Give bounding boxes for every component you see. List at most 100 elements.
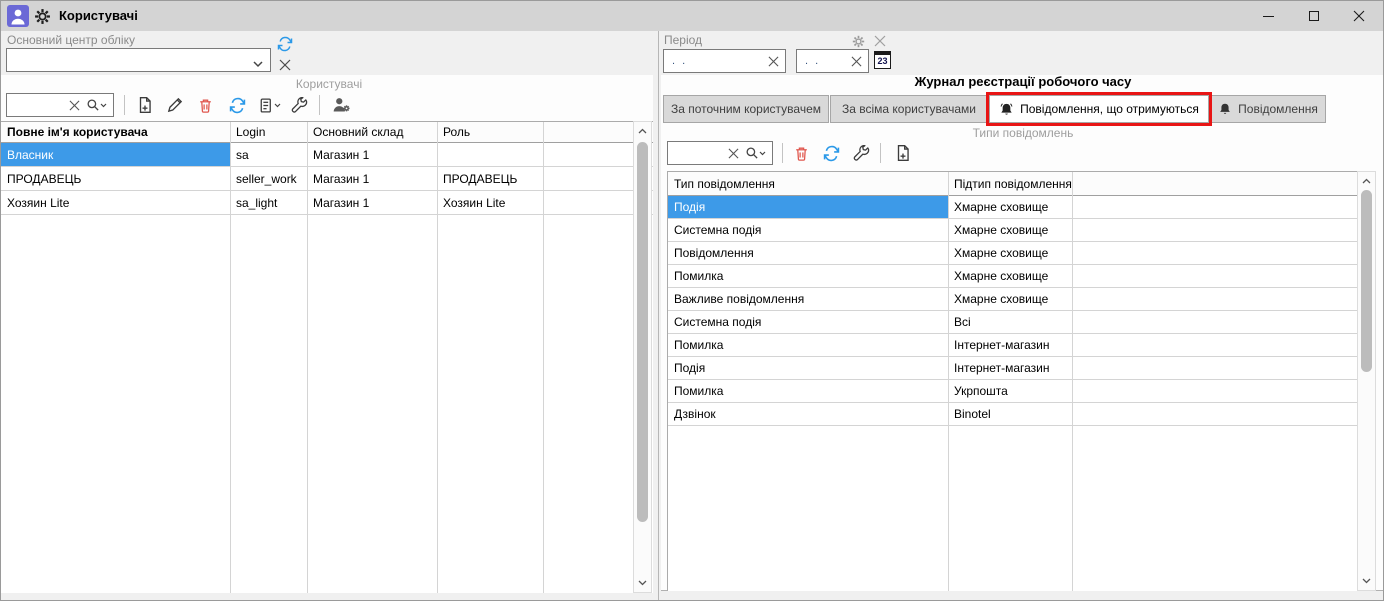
scrollbar-thumb[interactable] [1361, 190, 1372, 372]
minimize-button[interactable] [1246, 1, 1291, 31]
journal-title: Журнал реєстрації робочого часу [661, 74, 1384, 89]
calendar-button[interactable]: 23 [874, 51, 891, 69]
table-row[interactable]: Подія Хмарне сховище [668, 196, 1357, 219]
chevron-down-icon [253, 57, 263, 71]
table-row[interactable]: Помилка Інтернет-магазин [668, 334, 1357, 357]
scroll-down-icon[interactable] [1358, 573, 1375, 589]
table-row[interactable]: Важливе повідомлення Хмарне сховище [668, 288, 1357, 311]
account-center-combobox[interactable] [6, 48, 271, 72]
column-header[interactable]: Роль [437, 122, 543, 142]
toolbar-separator [124, 95, 125, 115]
scroll-up-icon[interactable] [1358, 173, 1375, 189]
date-from-value: . . [664, 55, 765, 67]
user-login-cell[interactable]: seller_work [230, 167, 307, 190]
subtype-cell[interactable]: Хмарне сховище [948, 219, 1072, 241]
types-scrollbar[interactable] [1357, 171, 1376, 591]
subtype-cell[interactable]: Хмарне сховище [948, 288, 1072, 310]
scroll-up-icon[interactable] [634, 123, 651, 139]
user-name-cell[interactable]: Власник [1, 143, 230, 166]
subtype-cell[interactable]: Хмарне сховище [948, 196, 1072, 218]
type-cell[interactable]: Системна подія [668, 219, 948, 241]
clear-x-icon[interactable] [848, 56, 868, 67]
subtype-cell[interactable]: Binotel [948, 403, 1072, 425]
type-cell[interactable]: Подія [668, 357, 948, 379]
tab-received-notifications[interactable]: Повідомлення, що отримуються [989, 95, 1209, 123]
type-cell[interactable]: Помилка [668, 380, 948, 402]
period-clear-button[interactable] [871, 29, 889, 53]
settings-wrench-button[interactable] [287, 93, 311, 117]
users-search-box [6, 93, 114, 117]
subtype-cell[interactable]: Укрпошта [948, 380, 1072, 402]
refresh-users-button[interactable] [225, 93, 249, 117]
type-cell[interactable]: Важливе повідомлення [668, 288, 948, 310]
type-cell[interactable]: Повідомлення [668, 242, 948, 264]
refresh-types-button[interactable] [819, 141, 843, 165]
user-role-cell[interactable]: ПРОДАВЕЦЬ [437, 167, 543, 190]
table-row[interactable]: Власник sa Магазин 1 [1, 143, 653, 167]
date-to-value: . . [797, 55, 848, 67]
user-login-cell[interactable]: sa_light [230, 191, 307, 214]
clear-x-icon[interactable] [765, 56, 785, 67]
users-search-input[interactable] [7, 94, 66, 116]
user-warehouse-cell[interactable]: Магазин 1 [307, 167, 437, 190]
scroll-down-icon[interactable] [634, 575, 651, 591]
types-search-input[interactable] [668, 142, 725, 164]
date-to-input[interactable]: . . [796, 49, 869, 73]
table-row[interactable]: Системна подія Хмарне сховище [668, 219, 1357, 242]
table-row[interactable]: Помилка Хмарне сховище [668, 265, 1357, 288]
table-row[interactable]: ПРОДАВЕЦЬ seller_work Магазин 1 ПРОДАВЕЦ… [1, 167, 653, 191]
users-scrollbar[interactable] [633, 121, 652, 593]
subtype-cell[interactable]: Хмарне сховище [948, 242, 1072, 264]
add-user-button[interactable] [133, 93, 157, 117]
user-warehouse-cell[interactable]: Магазин 1 [307, 143, 437, 166]
table-row[interactable]: Помилка Укрпошта [668, 380, 1357, 403]
user-roles-button[interactable] [329, 93, 353, 117]
subtype-cell[interactable]: Всі [948, 311, 1072, 333]
tab-notifications[interactable]: Повідомлення [1210, 95, 1326, 123]
report-menu-button[interactable] [254, 93, 284, 117]
close-button[interactable] [1336, 1, 1381, 31]
table-row[interactable]: Системна подія Всі [668, 311, 1357, 334]
column-header[interactable]: Тип повідомлення [668, 172, 948, 195]
subtype-cell[interactable]: Інтернет-магазин [948, 357, 1072, 379]
table-row[interactable]: Подія Інтернет-магазин [668, 357, 1357, 380]
title-gear-icon [34, 8, 51, 25]
tab-all-users[interactable]: За всіма користувачами [830, 95, 988, 123]
user-name-cell[interactable]: Хозяин Lite [1, 191, 230, 214]
user-role-cell[interactable] [437, 143, 543, 166]
column-header[interactable]: Login [230, 122, 307, 142]
bell-icon [1218, 102, 1232, 116]
edit-user-button[interactable] [163, 93, 187, 117]
table-row[interactable]: Дзвінок Binotel [668, 403, 1357, 426]
types-settings-button[interactable] [849, 141, 873, 165]
delete-type-button[interactable] [789, 141, 813, 165]
search-clear-icon[interactable] [725, 148, 742, 159]
search-magnifier-icon[interactable] [83, 98, 110, 112]
subtype-cell[interactable]: Інтернет-магазин [948, 334, 1072, 356]
tab-current-user[interactable]: За поточним користувачем [663, 95, 829, 123]
delete-user-button[interactable] [193, 93, 217, 117]
user-role-cell[interactable]: Хозяин Lite [437, 191, 543, 214]
add-type-button[interactable] [891, 141, 915, 165]
scrollbar-thumb[interactable] [637, 142, 648, 522]
account-clear-button[interactable] [273, 53, 297, 77]
maximize-button[interactable] [1291, 1, 1336, 31]
table-row[interactable]: Повідомлення Хмарне сховище [668, 242, 1357, 265]
type-cell[interactable]: Помилка [668, 265, 948, 287]
search-clear-icon[interactable] [66, 100, 83, 111]
calendar-day: 23 [875, 55, 890, 67]
subtype-cell[interactable]: Хмарне сховище [948, 265, 1072, 287]
user-warehouse-cell[interactable]: Магазин 1 [307, 191, 437, 214]
type-cell[interactable]: Дзвінок [668, 403, 948, 425]
table-row[interactable]: Хозяин Lite sa_light Магазин 1 Хозяин Li… [1, 191, 653, 215]
date-from-input[interactable]: . . [663, 49, 786, 73]
column-header[interactable]: Повне ім'я користувача [1, 122, 230, 142]
type-cell[interactable]: Помилка [668, 334, 948, 356]
type-cell[interactable]: Подія [668, 196, 948, 218]
column-header[interactable]: Основний склад [307, 122, 437, 142]
type-cell[interactable]: Системна подія [668, 311, 948, 333]
user-login-cell[interactable]: sa [230, 143, 307, 166]
column-header[interactable]: Підтип повідомлення [948, 172, 1072, 195]
search-magnifier-icon[interactable] [742, 146, 769, 160]
user-name-cell[interactable]: ПРОДАВЕЦЬ [1, 167, 230, 190]
